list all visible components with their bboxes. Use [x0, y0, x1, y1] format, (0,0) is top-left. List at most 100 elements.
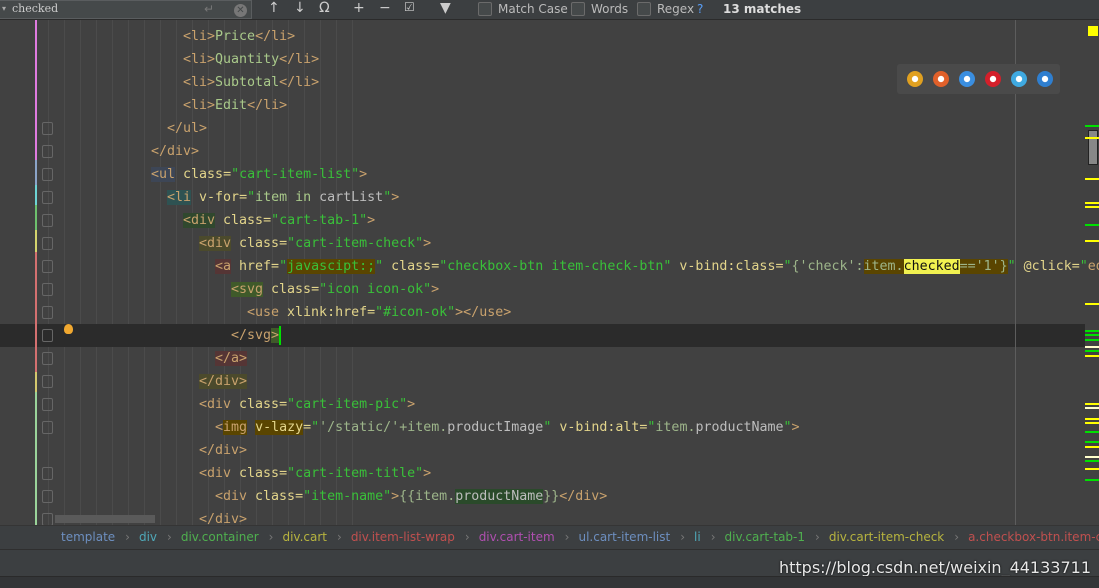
stripe-marker[interactable]: [1085, 350, 1099, 352]
code-line[interactable]: <svg class="icon icon-ok">: [0, 278, 1085, 301]
next-occurrence-icon[interactable]: ↓: [294, 0, 306, 16]
code-line[interactable]: </div>: [0, 439, 1085, 462]
intention-bulb-icon[interactable]: [64, 324, 73, 334]
code-line[interactable]: <div class="cart-tab-1">: [0, 209, 1085, 232]
breadcrumb-item[interactable]: template: [61, 530, 115, 544]
horizontal-scrollbar[interactable]: [55, 515, 155, 523]
stripe-marker[interactable]: [1085, 418, 1099, 420]
stripe-marker[interactable]: [1085, 456, 1099, 458]
words-checkbox[interactable]: [571, 2, 585, 16]
stripe-marker[interactable]: [1085, 422, 1099, 424]
code-line[interactable]: </ul>: [0, 117, 1085, 140]
stripe-marker[interactable]: [1085, 355, 1099, 357]
fold-marker-icon[interactable]: [42, 467, 53, 480]
breadcrumb-item[interactable]: ul.cart-item-list: [578, 530, 670, 544]
code-line[interactable]: <li>Price</li>: [0, 25, 1085, 48]
stripe-marker[interactable]: [1085, 403, 1099, 405]
stripe-marker[interactable]: [1085, 125, 1099, 127]
search-query[interactable]: checked: [12, 2, 58, 15]
stripe-marker[interactable]: [1085, 240, 1099, 242]
edge-icon[interactable]: [1037, 71, 1053, 87]
code-line[interactable]: <ul class="cart-item-list">: [0, 163, 1085, 186]
prev-occurrence-icon[interactable]: ↑: [268, 0, 280, 16]
code-line[interactable]: </div>: [0, 370, 1085, 393]
breadcrumb-item[interactable]: a.checkbox-btn.item-check-b: [968, 530, 1099, 544]
breadcrumb-item[interactable]: li: [694, 530, 701, 544]
scrollbar-thumb[interactable]: [1088, 130, 1098, 165]
firefox-icon[interactable]: [933, 71, 949, 87]
stripe-marker[interactable]: [1085, 178, 1099, 180]
code-line[interactable]: </div>: [0, 508, 1085, 525]
breadcrumb-item[interactable]: div.cart-item-check: [829, 530, 944, 544]
filter-icon[interactable]: ▼: [440, 0, 451, 16]
stripe-marker[interactable]: [1085, 407, 1099, 409]
stripe-marker[interactable]: [1085, 460, 1099, 462]
clear-icon[interactable]: ✕: [234, 4, 247, 17]
regex-checkbox[interactable]: [637, 2, 651, 16]
fold-marker-icon[interactable]: [42, 214, 53, 227]
fold-marker-icon[interactable]: [42, 260, 53, 273]
regex-help-link[interactable]: ?: [697, 2, 703, 16]
code-line[interactable]: <div class="cart-item-pic">: [0, 393, 1085, 416]
fold-marker-icon[interactable]: [42, 352, 53, 365]
search-history-icon[interactable]: ▾: [2, 4, 6, 13]
find-all-icon[interactable]: Ω: [319, 0, 330, 16]
add-occurrence-icon[interactable]: +: [353, 0, 365, 16]
match-case-label[interactable]: Match Case: [498, 2, 568, 16]
select-all-occurrences-icon[interactable]: ☑: [404, 0, 415, 14]
stripe-marker[interactable]: [1085, 431, 1099, 433]
fold-marker-icon[interactable]: [42, 421, 53, 434]
stripe-marker[interactable]: [1085, 303, 1099, 305]
code-editor[interactable]: <li>Price</li> <li>Quantity</li> <li>Subto…: [0, 20, 1099, 525]
remove-occurrence-icon[interactable]: −: [379, 0, 391, 16]
fold-marker-icon[interactable]: [42, 375, 53, 388]
fold-marker-icon[interactable]: [42, 191, 53, 204]
fold-marker-icon[interactable]: [42, 237, 53, 250]
stripe-marker[interactable]: [1085, 137, 1099, 139]
words-label[interactable]: Words: [591, 2, 628, 16]
stripe-marker[interactable]: [1085, 468, 1099, 470]
opera-icon[interactable]: [985, 71, 1001, 87]
safari-icon[interactable]: [959, 71, 975, 87]
stripe-marker[interactable]: [1085, 224, 1099, 226]
stripe-marker[interactable]: [1085, 441, 1099, 443]
error-stripe[interactable]: [1083, 20, 1099, 525]
code-line[interactable]: <div class="cart-item-check">: [0, 232, 1085, 255]
code-line[interactable]: <div class="item-name">{{item.productNam…: [0, 485, 1085, 508]
fold-marker-icon[interactable]: [42, 398, 53, 411]
breadcrumb-item[interactable]: div: [139, 530, 157, 544]
fold-marker-icon[interactable]: [42, 513, 53, 525]
regex-label[interactable]: Regex: [657, 2, 694, 16]
stripe-marker[interactable]: [1085, 446, 1099, 448]
analysis-status-icon[interactable]: [1088, 26, 1098, 36]
code-line[interactable]: <use xlink:href="#icon-ok"></use>: [0, 301, 1085, 324]
stripe-marker[interactable]: [1085, 479, 1099, 481]
stripe-marker[interactable]: [1085, 346, 1099, 348]
match-case-checkbox[interactable]: [478, 2, 492, 16]
code-line[interactable]: <li>Edit</li>: [0, 94, 1085, 117]
code-line[interactable]: </div>: [0, 140, 1085, 163]
fold-marker-icon[interactable]: [42, 490, 53, 503]
stripe-marker[interactable]: [1085, 339, 1099, 341]
breadcrumb-item[interactable]: div.item-list-wrap: [351, 530, 455, 544]
fold-marker-icon[interactable]: [42, 306, 53, 319]
stripe-marker[interactable]: [1085, 206, 1099, 208]
code-line[interactable]: <div class="cart-item-title">: [0, 462, 1085, 485]
fold-marker-icon[interactable]: [42, 122, 53, 135]
search-input[interactable]: checked ▾ ↵ ✕: [0, 0, 252, 19]
stripe-marker[interactable]: [1085, 330, 1099, 332]
internet-explorer-icon[interactable]: [1011, 71, 1027, 87]
chrome-icon[interactable]: [907, 71, 923, 87]
fold-marker-icon[interactable]: [42, 283, 53, 296]
fold-marker-icon[interactable]: [42, 168, 53, 181]
code-line[interactable]: <li v-for="item in cartList">: [0, 186, 1085, 209]
breadcrumb-item[interactable]: div.cart: [282, 530, 327, 544]
stripe-marker[interactable]: [1085, 202, 1099, 204]
fold-marker-icon[interactable]: [42, 145, 53, 158]
code-line[interactable]: </svg>: [0, 324, 1085, 347]
code-line[interactable]: </a>: [0, 347, 1085, 370]
breadcrumb-item[interactable]: div.cart-item: [479, 530, 555, 544]
fold-marker-icon[interactable]: [42, 329, 53, 342]
stripe-marker[interactable]: [1085, 334, 1099, 336]
breadcrumb-item[interactable]: div.container: [181, 530, 259, 544]
